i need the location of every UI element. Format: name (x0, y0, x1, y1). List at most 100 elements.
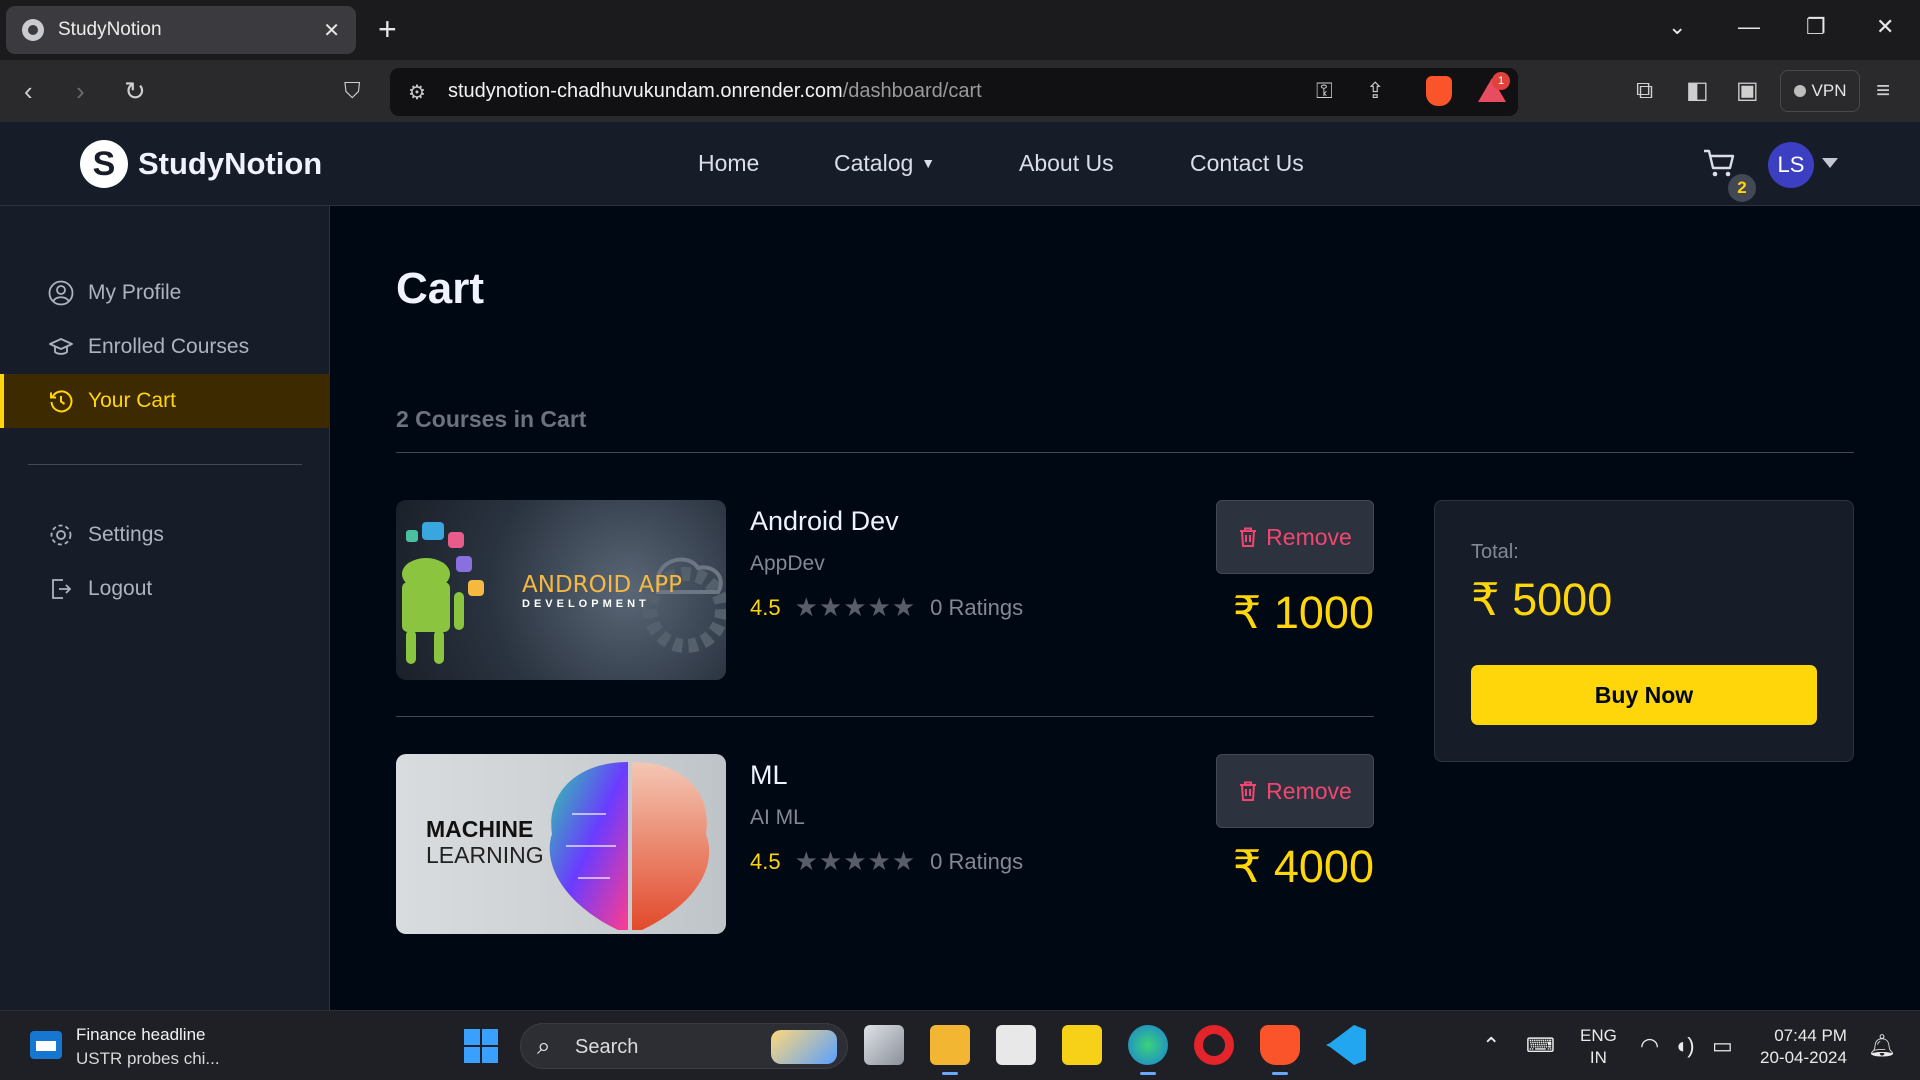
sidebar-item-my-profile[interactable]: My Profile (0, 266, 330, 320)
star-rating-icon: ★★★★★ (794, 846, 917, 876)
windows-taskbar: Finance headline USTR probes chi... ⌕ Se… (0, 1010, 1920, 1080)
course-rating: 4.5 ★★★★★ 0 Ratings (750, 592, 1023, 623)
brave-shields-icon[interactable] (1426, 76, 1452, 106)
ratings-count: 0 Ratings (930, 594, 1024, 620)
course-price: ₹ 1000 (1232, 587, 1374, 638)
graduation-cap-icon (48, 334, 74, 360)
edge-icon[interactable] (1128, 1025, 1168, 1075)
minimize-icon[interactable]: — (1738, 14, 1760, 40)
studynotion-logo[interactable]: S StudyNotion (80, 140, 322, 188)
bookmark-icon[interactable]: ⛉ (344, 74, 361, 108)
cart-count-badge: 2 (1728, 174, 1756, 202)
show-hidden-icons-chevron-icon[interactable]: ⌃ (1482, 1033, 1500, 1059)
course-thumbnail-android: ANDROID APP DEVELOPMENT (396, 500, 726, 680)
windows-start-icon[interactable] (464, 1029, 498, 1063)
opera-icon[interactable] (1194, 1025, 1234, 1065)
close-window-icon[interactable]: ✕ (1876, 14, 1894, 40)
course-category: AppDev (750, 552, 825, 575)
brave-icon[interactable] (1260, 1025, 1300, 1075)
snipping-tool-icon[interactable] (996, 1025, 1036, 1065)
sidebar-item-logout[interactable]: Logout (0, 562, 330, 616)
avatar[interactable]: LS (1768, 142, 1814, 188)
nav-contact-us[interactable]: Contact Us (1190, 150, 1304, 177)
tab-title: StudyNotion (58, 19, 162, 40)
sidebar-item-label: Your Cart (88, 389, 176, 412)
forward-icon[interactable]: › (76, 74, 85, 108)
restore-icon[interactable]: ❐ (1806, 14, 1826, 40)
logo-text: StudyNotion (138, 146, 323, 181)
search-label: Search (575, 1036, 639, 1058)
thumbnail-text: MACHINE (426, 816, 534, 842)
task-view-icon[interactable] (864, 1025, 904, 1065)
browser-tab[interactable]: StudyNotion ✕ (6, 6, 356, 54)
rating-value: 4.5 (750, 848, 781, 874)
search-icon: ⌕ (537, 1033, 551, 1060)
star-rating-icon: ★★★★★ (794, 592, 917, 622)
volume-icon[interactable]: ◖) (1674, 1033, 1695, 1059)
back-icon[interactable]: ‹ (24, 74, 33, 108)
thumbnail-text: ANDROID APP (522, 572, 683, 598)
profile-dropdown-icon[interactable] (1822, 158, 1838, 168)
logo-mark-icon: S (80, 140, 128, 188)
battery-icon[interactable]: ▭ (1712, 1033, 1733, 1059)
rating-value: 4.5 (750, 594, 781, 620)
trash-icon (1240, 781, 1257, 801)
news-title[interactable]: Finance headline (76, 1025, 205, 1045)
browser-tabstrip: StudyNotion ✕ + ⌄ — ❐ ✕ (0, 0, 1920, 60)
language-indicator[interactable]: ENG IN (1580, 1025, 1617, 1069)
dashboard-sidebar: My Profile Enrolled Courses Your Cart Se… (0, 206, 330, 1010)
remove-button[interactable]: Remove (1216, 754, 1374, 828)
course-thumbnail-ml: MACHINE LEARNING (396, 754, 726, 934)
tab-search-chevron-icon[interactable]: ⌄ (1668, 14, 1686, 40)
extensions-icon[interactable]: ⧉ (1636, 74, 1653, 108)
news-widget-icon[interactable] (30, 1031, 62, 1059)
news-subtitle[interactable]: USTR probes chi... (76, 1049, 220, 1069)
system-clock[interactable]: 07:44 PM 20-04-2024 (1760, 1025, 1847, 1069)
sidebar-item-your-cart[interactable]: Your Cart (0, 374, 330, 428)
key-icon[interactable]: ⚿ (1316, 78, 1333, 104)
course-title: ML (750, 760, 788, 790)
site-favicon-icon (22, 19, 44, 41)
thumbnail-subtext: LEARNING (426, 842, 544, 868)
wifi-icon[interactable]: ◠ (1640, 1033, 1659, 1059)
taskbar-search[interactable]: ⌕ Search (520, 1023, 848, 1069)
browser-menu-icon[interactable]: ≡ (1876, 74, 1890, 108)
sidebar-item-settings[interactable]: Settings (0, 508, 330, 562)
brave-rewards-badge: 1 (1492, 72, 1510, 90)
vscode-icon[interactable] (1326, 1025, 1366, 1065)
notification-bell-icon[interactable]: 🔔︎ (1868, 1033, 1896, 1059)
vpn-label: VPN (1811, 81, 1847, 100)
reload-icon[interactable]: ↻ (124, 74, 146, 108)
user-circle-icon (48, 280, 74, 306)
vpn-status-icon (1793, 85, 1806, 97)
url-text[interactable]: studynotion-chadhuvukundam.onrender.com/… (448, 80, 982, 103)
sidebar-toggle-icon[interactable]: ◧ (1686, 74, 1709, 108)
site-settings-icon[interactable]: ⚙ (408, 80, 426, 105)
address-bar[interactable]: ⚙ studynotion-chadhuvukundam.onrender.co… (390, 68, 1518, 116)
search-highlight-icon (771, 1030, 837, 1064)
ratings-count: 0 Ratings (930, 848, 1024, 874)
nav-home[interactable]: Home (698, 150, 759, 177)
site-navbar: S StudyNotion Home Catalog ▼ About Us Con… (0, 122, 1920, 206)
course-title: Android Dev (750, 506, 899, 536)
tab-close-icon[interactable]: ✕ (323, 18, 340, 43)
gear-icon (48, 522, 74, 548)
cart-total-card: Total: ₹ 5000 Buy Now (1434, 500, 1854, 762)
logout-icon (48, 576, 74, 602)
remove-button[interactable]: Remove (1216, 500, 1374, 574)
new-tab-icon[interactable]: + (378, 12, 397, 46)
course-category: AI ML (750, 806, 805, 829)
sidebar-item-enrolled-courses[interactable]: Enrolled Courses (0, 320, 330, 374)
keyboard-icon[interactable]: ⌨ (1526, 1033, 1555, 1058)
file-explorer-icon[interactable] (930, 1025, 970, 1075)
vpn-button[interactable]: VPN (1780, 70, 1860, 112)
share-icon[interactable]: ⇪ (1366, 78, 1384, 104)
cart-icon[interactable] (1702, 148, 1736, 178)
wallet-icon[interactable]: ▣ (1736, 74, 1759, 108)
nav-about-us[interactable]: About Us (1019, 150, 1114, 177)
buy-now-button[interactable]: Buy Now (1471, 665, 1817, 725)
sticky-notes-icon[interactable] (1062, 1025, 1102, 1065)
cart-course-count: 2 Courses in Cart (396, 406, 587, 432)
page-title: Cart (396, 264, 485, 313)
nav-catalog[interactable]: Catalog ▼ (834, 150, 935, 177)
